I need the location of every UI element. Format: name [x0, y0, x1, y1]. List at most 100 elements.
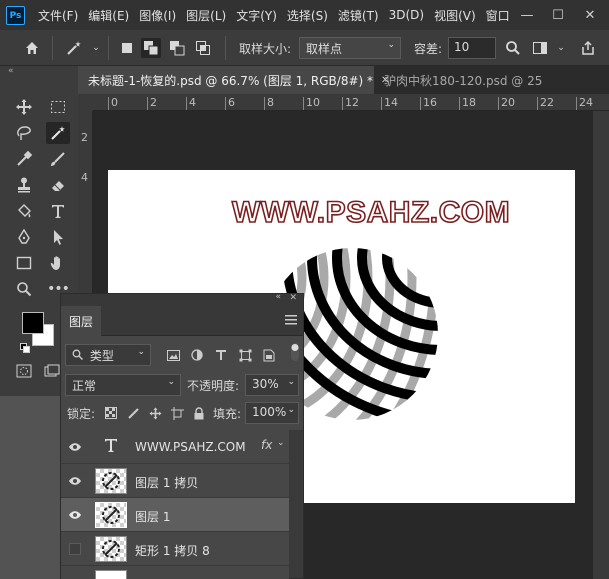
tab-label: 未标题-1-恢复的.psd @ 66.7% (图层 1, RGB/8#) * [88, 73, 374, 88]
chevron-down-icon[interactable]: ⌄ [551, 38, 571, 58]
smart-object-filter-icon[interactable] [261, 347, 277, 363]
collapse-icon[interactable]: « [8, 66, 14, 76]
layer-row[interactable]: WWW.PSAHZ.COM fx ⌄ [61, 430, 289, 464]
magic-wand-tool-icon[interactable] [46, 122, 70, 144]
subtract-from-selection-icon[interactable] [167, 38, 187, 58]
layer-name: 图层 1 拷贝 [135, 476, 199, 490]
search-icon[interactable] [503, 38, 523, 58]
lock-artboard-icon[interactable] [169, 405, 185, 421]
menu-item[interactable]: 文件(F) [38, 7, 78, 24]
sample-size-value: 取样点 [306, 42, 343, 56]
adjustment-filter-icon[interactable] [189, 347, 205, 363]
paint-bucket-tool-icon[interactable] [12, 200, 36, 222]
layer-name: 图层 1 [135, 510, 171, 524]
zoom-tool-icon[interactable] [12, 278, 36, 300]
layer-row[interactable]: 矩形 1 拷贝 8 [61, 532, 289, 566]
default-colors-icon[interactable] [20, 342, 30, 356]
lock-all-icon[interactable] [191, 405, 207, 421]
text-tool-icon[interactable] [46, 200, 70, 222]
brush-tool-icon[interactable] [46, 148, 70, 170]
close-panel-icon[interactable]: ✕ [289, 293, 297, 303]
collapse-panel-icon[interactable]: « [275, 292, 281, 302]
screen-mode-icon[interactable] [44, 364, 60, 381]
ruler-tick-label: 16 [423, 96, 437, 109]
chevron-down-icon[interactable]: ⌄ [277, 438, 285, 448]
vertical-scrollbar[interactable] [593, 111, 609, 579]
path-selection-tool-icon[interactable] [46, 226, 70, 248]
type-filter-icon[interactable] [213, 347, 229, 363]
layers-scrollbar[interactable] [289, 430, 303, 578]
menu-item[interactable]: 图层(L) [186, 7, 226, 24]
tab-document-inactive[interactable]: 驴肉中秋180-120.psd @ 25 [374, 66, 552, 94]
blend-mode-select[interactable]: 正常 ⌄ [65, 374, 181, 396]
layer-filter-select[interactable]: 类型 ⌄ [65, 344, 151, 366]
lasso-tool-icon[interactable] [12, 122, 36, 144]
eye-visibility-icon[interactable] [67, 473, 83, 489]
pen-tool-icon[interactable] [12, 226, 36, 248]
ruler-tick-label: 20 [501, 96, 515, 109]
photoshop-logo: Ps [6, 6, 25, 25]
eye-visibility-icon[interactable] [67, 507, 83, 523]
fill-input[interactable]: 100% ⌄ [245, 402, 299, 424]
opacity-input[interactable]: 30% ⌄ [245, 374, 299, 396]
quick-mask-icon[interactable] [16, 364, 32, 381]
marquee-tool-icon[interactable] [46, 96, 70, 118]
ruler-tick-label: 0 [111, 96, 118, 109]
filter-toggle-icon[interactable] [287, 343, 303, 361]
fill-label: 填充: [213, 407, 242, 421]
menu-item[interactable]: 文字(Y) [236, 7, 277, 24]
menu-item[interactable]: 滤镜(T) [338, 7, 379, 24]
lock-image-pixels-icon[interactable] [125, 405, 141, 421]
move-tool-icon[interactable] [12, 96, 36, 118]
shape-filter-icon[interactable] [237, 347, 253, 363]
sample-size-select[interactable]: 取样点 ⌄ [299, 37, 401, 59]
magic-wand-tool-preset-icon[interactable] [64, 38, 84, 58]
layer-thumbnail [95, 502, 127, 528]
tolerance-input[interactable]: 10 [448, 37, 496, 59]
tab-layers[interactable]: 图层 [61, 306, 102, 336]
hand-tool-icon[interactable] [46, 252, 70, 274]
menu-item[interactable]: 选择(S) [287, 7, 328, 24]
lock-position-icon[interactable] [147, 405, 163, 421]
menu-item[interactable]: 图像(I) [139, 7, 176, 24]
menu-item[interactable]: 窗口 [486, 7, 510, 24]
chevron-down-icon[interactable]: ⌄ [86, 38, 106, 58]
search-icon [72, 349, 84, 363]
panel-menu-icon[interactable] [285, 314, 297, 328]
intersect-selection-icon[interactable] [193, 38, 213, 58]
visibility-toggle-empty[interactable] [67, 541, 83, 557]
layer-effects-icon[interactable]: fx [261, 438, 272, 452]
eye-visibility-icon[interactable] [67, 439, 83, 455]
share-icon[interactable] [578, 38, 598, 58]
add-to-selection-icon[interactable] [141, 38, 161, 58]
menu-item[interactable]: 3D(D) [389, 8, 424, 22]
new-selection-icon[interactable] [117, 38, 137, 58]
layer-thumbnail [95, 468, 127, 494]
chevron-down-icon: ⌄ [137, 347, 145, 357]
horizontal-ruler[interactable]: 0 2 4 6 8 10 12 14 16 18 20 22 24 [93, 94, 609, 111]
tab-document-active[interactable]: 未标题-1-恢复的.psd @ 66.7% (图层 1, RGB/8#) * ✕ [78, 66, 389, 94]
ruler-corner [78, 94, 93, 111]
rectangle-tool-icon[interactable] [12, 252, 36, 274]
maximize-button[interactable]: ☐ [543, 0, 573, 30]
layer-row-selected[interactable]: 图层 1 [61, 498, 289, 532]
home-icon[interactable] [22, 38, 42, 58]
menu-item[interactable]: 视图(V) [434, 7, 476, 24]
chevron-down-icon: ⌄ [287, 377, 295, 387]
eraser-tool-icon[interactable] [46, 174, 70, 196]
foreground-color-swatch[interactable] [22, 312, 44, 334]
layer-row[interactable]: 图层 1 拷贝 [61, 464, 289, 498]
eyedropper-tool-icon[interactable] [12, 148, 36, 170]
lock-label: 锁定: [67, 407, 96, 421]
layers-panel-header: 图层 [61, 306, 303, 336]
lock-transparent-pixels-icon[interactable] [103, 405, 119, 421]
menu-item[interactable]: 编辑(E) [88, 7, 129, 24]
workspace-icon[interactable] [530, 38, 550, 58]
close-window-button[interactable]: ✕ [575, 0, 605, 30]
minimize-button[interactable]: — [512, 0, 542, 30]
layer-thumbnail [95, 536, 127, 562]
pixel-filter-icon[interactable] [165, 347, 181, 363]
menu-bar: Ps 文件(F) 编辑(E) 图像(I) 图层(L) 文字(Y) 选择(S) 滤镜(T) 3D… [0, 0, 609, 30]
stamp-tool-icon[interactable] [12, 174, 36, 196]
layer-row-partial[interactable] [61, 566, 289, 579]
